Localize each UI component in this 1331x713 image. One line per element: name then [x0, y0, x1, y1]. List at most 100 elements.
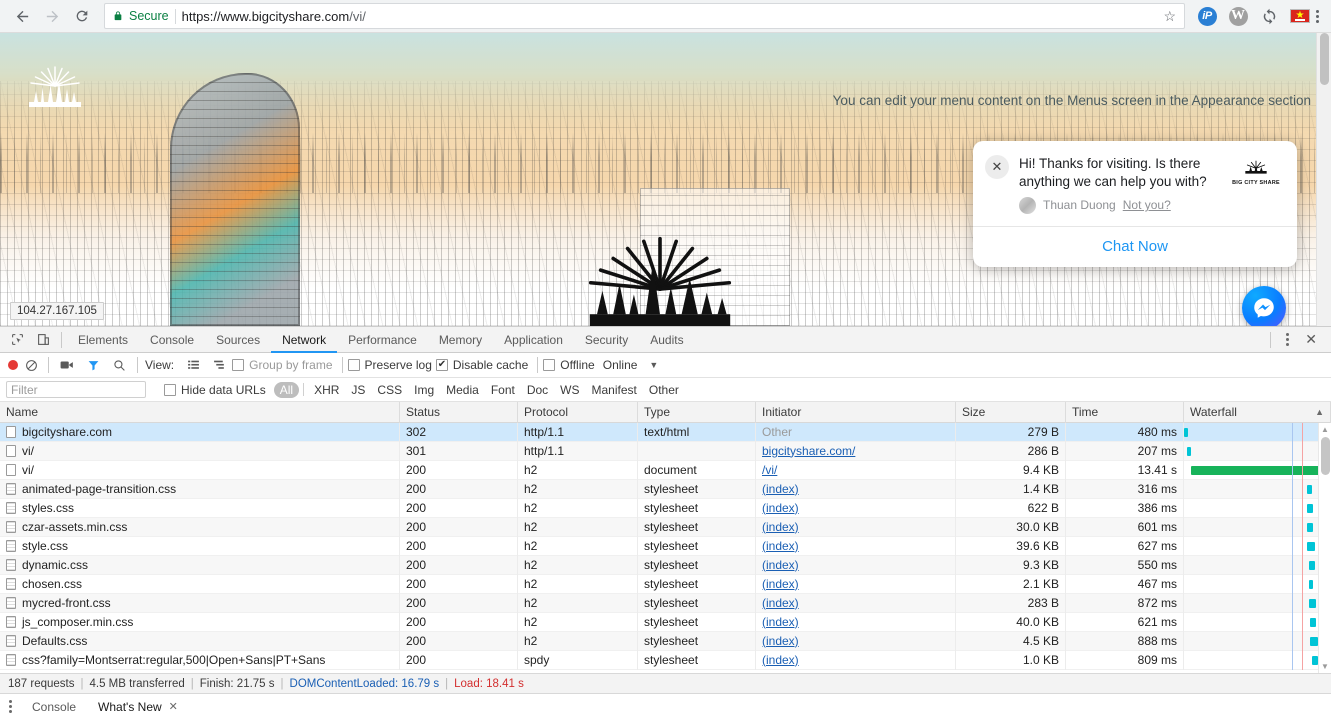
- table-row[interactable]: Defaults.css 200 h2 stylesheet (index) 4.5 KB…: [0, 631, 1331, 651]
- cell-initiator[interactable]: (index): [756, 574, 956, 594]
- record-button[interactable]: [8, 360, 18, 370]
- list-view-icon[interactable]: [180, 353, 206, 377]
- filter-input[interactable]: [6, 381, 146, 398]
- filter-chip-other[interactable]: Other: [643, 382, 685, 398]
- table-row[interactable]: bigcityshare.com 302 http/1.1 text/html Othe…: [0, 423, 1331, 442]
- sync-extension-icon[interactable]: [1259, 6, 1279, 26]
- device-toolbar-icon[interactable]: [30, 328, 56, 352]
- ip-extension-icon[interactable]: iP: [1197, 6, 1217, 26]
- chat-now-button[interactable]: Chat Now: [973, 225, 1297, 267]
- forward-button[interactable]: [38, 2, 66, 30]
- initiator-link[interactable]: (index): [762, 634, 799, 648]
- filter-chip-js[interactable]: JS: [345, 382, 371, 398]
- star-icon[interactable]: ☆: [1163, 8, 1176, 25]
- initiator-link[interactable]: (index): [762, 596, 799, 610]
- address-bar[interactable]: Secure https://www.bigcityshare.com/vi/ …: [104, 3, 1185, 29]
- checkbox[interactable]: [164, 383, 176, 396]
- preserve-log-checkbox[interactable]: Preserve log: [347, 358, 432, 372]
- table-row[interactable]: czar-assets.min.css 200 h2 stylesheet (index…: [0, 517, 1331, 537]
- group-by-frame-checkbox[interactable]: Group by frame: [232, 358, 333, 372]
- table-row[interactable]: css?family=Montserrat:regular,500|Open+S…: [0, 650, 1331, 670]
- waterfall-view-icon[interactable]: [206, 353, 232, 377]
- column-header-protocol[interactable]: Protocol: [518, 401, 638, 423]
- initiator-link[interactable]: (index): [762, 558, 799, 572]
- network-scrollbar[interactable]: ▲ ▼: [1318, 423, 1331, 673]
- hide-data-urls-checkbox[interactable]: Hide data URLs: [164, 383, 266, 397]
- table-row[interactable]: vi/301 http/1.1 bigcityshare.com/286 B 207 …: [0, 441, 1331, 461]
- table-row[interactable]: dynamic.css 200 h2 stylesheet (index) 9.3 KB 5…: [0, 555, 1331, 575]
- clear-icon[interactable]: [25, 359, 38, 372]
- disable-cache-checkbox[interactable]: Disable cache: [435, 358, 528, 372]
- more-options-icon[interactable]: [1278, 333, 1297, 346]
- filter-chip-xhr[interactable]: XHR: [308, 382, 345, 398]
- cell-initiator[interactable]: (index): [756, 650, 956, 670]
- column-header-type[interactable]: Type: [638, 401, 756, 423]
- initiator-link[interactable]: /vi/: [762, 463, 777, 477]
- table-row[interactable]: styles.css 200 h2 stylesheet (index) 622 B 386…: [0, 498, 1331, 518]
- drawer-tab-console[interactable]: Console: [21, 694, 87, 713]
- checkbox[interactable]: [347, 359, 360, 371]
- facebook-messenger-icon[interactable]: [1242, 286, 1286, 326]
- reload-button[interactable]: [68, 2, 96, 30]
- column-header-name[interactable]: Name: [0, 401, 400, 423]
- initiator-link[interactable]: bigcityshare.com/: [762, 444, 855, 458]
- drawer-menu-icon[interactable]: [0, 700, 21, 713]
- checkbox[interactable]: [435, 359, 448, 371]
- tab-elements[interactable]: Elements: [67, 327, 139, 353]
- column-header-initiator[interactable]: Initiator: [756, 401, 956, 423]
- browser-menu-icon[interactable]: [1312, 9, 1323, 23]
- filter-chip-img[interactable]: Img: [408, 382, 440, 398]
- throttling-select[interactable]: Online: [603, 358, 638, 372]
- initiator-link[interactable]: (index): [762, 482, 799, 496]
- table-row[interactable]: vi/200 h2 document/vi/9.4 KB 13.41 s: [0, 460, 1331, 480]
- tab-security[interactable]: Security: [574, 327, 639, 353]
- table-row[interactable]: animated-page-transition.css 200 h2 stylesh…: [0, 479, 1331, 499]
- close-devtools-icon[interactable]: ✕: [1299, 331, 1323, 348]
- close-tab-icon[interactable]: ✕: [169, 694, 178, 713]
- column-header-status[interactable]: Status: [400, 401, 518, 423]
- screenshot-camera-icon[interactable]: [54, 353, 80, 377]
- table-row[interactable]: mycred-front.css 200 h2 stylesheet (index) 28…: [0, 593, 1331, 613]
- scroll-up-icon[interactable]: ▲: [1319, 425, 1331, 434]
- tab-application[interactable]: Application: [493, 327, 574, 353]
- table-row[interactable]: style.css 200 h2 stylesheet (index) 39.6 KB 62…: [0, 536, 1331, 556]
- tab-console[interactable]: Console: [139, 327, 205, 353]
- cell-initiator[interactable]: (index): [756, 593, 956, 613]
- filter-chip-font[interactable]: Font: [485, 382, 521, 398]
- offline-checkbox[interactable]: Offline: [543, 358, 595, 372]
- filter-funnel-icon[interactable]: [80, 353, 106, 377]
- filter-chip-doc[interactable]: Doc: [521, 382, 554, 398]
- column-header-time[interactable]: Time: [1066, 401, 1184, 423]
- column-header-size[interactable]: Size: [956, 401, 1066, 423]
- sort-ascending-icon[interactable]: ▲: [1315, 402, 1324, 423]
- filter-chip-media[interactable]: Media: [440, 382, 485, 398]
- tab-performance[interactable]: Performance: [337, 327, 428, 353]
- cell-initiator[interactable]: /vi/: [756, 460, 956, 480]
- cell-initiator[interactable]: (index): [756, 536, 956, 556]
- cell-initiator[interactable]: (index): [756, 479, 956, 499]
- column-header-waterfall[interactable]: Waterfall: [1190, 402, 1237, 423]
- wordpress-extension-icon[interactable]: W: [1228, 6, 1248, 26]
- back-button[interactable]: [8, 2, 36, 30]
- tab-audits[interactable]: Audits: [639, 327, 694, 353]
- chevron-down-icon[interactable]: ▼: [649, 360, 658, 370]
- cell-initiator[interactable]: (index): [756, 631, 956, 651]
- table-row[interactable]: js_composer.min.css 200 h2 stylesheet (index…: [0, 612, 1331, 632]
- checkbox[interactable]: [232, 359, 245, 371]
- search-icon[interactable]: [106, 353, 132, 377]
- filter-chip-all[interactable]: All: [273, 381, 300, 398]
- initiator-link[interactable]: (index): [762, 520, 799, 534]
- initiator-link[interactable]: (index): [762, 615, 799, 629]
- inspect-element-icon[interactable]: [4, 328, 30, 352]
- drawer-tab-whats-new[interactable]: What's New ✕: [87, 694, 189, 713]
- page-scrollbar[interactable]: [1316, 33, 1331, 326]
- table-row[interactable]: chosen.css 200 h2 stylesheet (index) 2.1 KB 46…: [0, 574, 1331, 594]
- scroll-down-icon[interactable]: ▼: [1319, 662, 1331, 671]
- tab-network[interactable]: Network: [271, 327, 337, 353]
- filter-chip-manifest[interactable]: Manifest: [586, 382, 643, 398]
- cell-initiator[interactable]: (index): [756, 517, 956, 537]
- initiator-link[interactable]: (index): [762, 577, 799, 591]
- filter-chip-ws[interactable]: WS: [554, 382, 585, 398]
- cell-initiator[interactable]: (index): [756, 498, 956, 518]
- filter-chip-css[interactable]: CSS: [371, 382, 408, 398]
